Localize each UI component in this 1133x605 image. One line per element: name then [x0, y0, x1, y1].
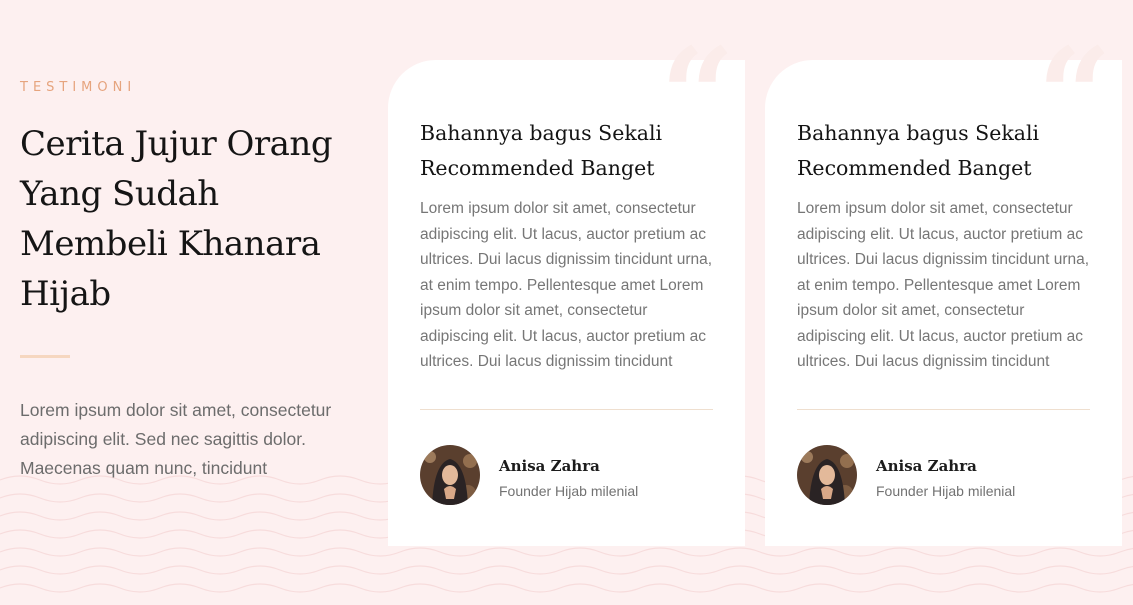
testimonial-title: Bahannya bagus Sekali Recommended Banget	[797, 121, 1040, 180]
author-avatar	[797, 445, 857, 505]
author-role: Founder Hijab milenial	[499, 483, 639, 499]
testimonial-intro: TESTIMONI Cerita Jujur Orang Yang Sudah …	[20, 80, 365, 483]
testimonial-card: “ Bahannya bagus Sekali Recommended Bang…	[388, 31, 745, 546]
author-avatar	[420, 445, 480, 505]
author-role: Founder Hijab milenial	[876, 483, 1016, 499]
testimonial-card: “ Bahannya bagus Sekali Recommended Bang…	[765, 31, 1122, 546]
card-divider	[797, 409, 1090, 410]
section-description: Lorem ipsum dolor sit amet, consectetur …	[20, 400, 332, 478]
heading-divider	[20, 355, 70, 358]
testimonial-body: Lorem ipsum dolor sit amet, consectetur …	[420, 200, 713, 370]
testimonial-body: Lorem ipsum dolor sit amet, consectetur …	[797, 200, 1090, 370]
author-name: Anisa Zahra	[499, 457, 600, 475]
section-heading: Cerita Jujur Orang Yang Sudah Membeli Kh…	[20, 124, 333, 314]
testimonial-title: Bahannya bagus Sekali Recommended Banget	[420, 121, 663, 180]
author-name: Anisa Zahra	[876, 457, 977, 475]
card-divider	[420, 409, 713, 410]
section-eyebrow: TESTIMONI	[20, 80, 137, 95]
